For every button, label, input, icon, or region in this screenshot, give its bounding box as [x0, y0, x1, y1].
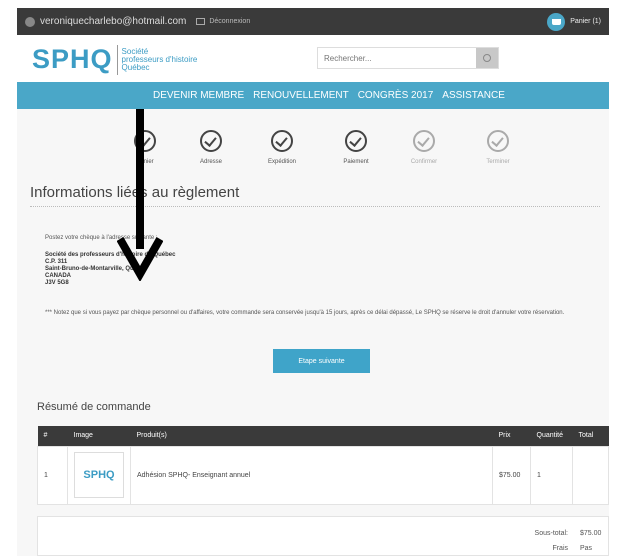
col-product: Produit(s) — [136, 432, 167, 440]
thumb-logo: SPHQ — [83, 469, 115, 481]
cart-link[interactable]: Panier (1) — [547, 12, 601, 31]
step-label: Paiement — [343, 159, 369, 165]
row-price: $75.00 — [492, 445, 531, 505]
fees-value: Pas — [580, 545, 593, 552]
search-box — [317, 47, 499, 69]
search-button[interactable] — [476, 48, 498, 68]
row-total — [572, 445, 609, 505]
logout-label: Déconnexion — [209, 18, 251, 25]
check-icon — [271, 130, 293, 152]
search-icon — [483, 54, 491, 62]
search-input[interactable] — [318, 48, 476, 68]
step-confirmer: Confirmer — [394, 130, 454, 165]
top-bar: veroniquecharlebo@hotmail.com Déconnexio… — [17, 8, 609, 35]
nav-devenir-membre[interactable]: DEVENIR MEMBRE — [153, 90, 244, 101]
col-number: # — [43, 432, 48, 440]
logout-icon — [196, 18, 206, 25]
col-image: Image — [73, 432, 93, 440]
col-quantity: Quantité — [536, 432, 563, 440]
subtotal-row: Sous-total: $75.00 — [518, 530, 610, 537]
arrow-annotation-icon — [117, 109, 163, 281]
check-icon — [487, 130, 509, 152]
site-header: SPHQ Société professeurs d'histoire Québ… — [17, 35, 609, 82]
user-icon — [25, 16, 35, 27]
row-product: Adhésion SPHQ- Enseignant annuel — [130, 445, 493, 505]
logo-divider — [116, 44, 118, 75]
step-paiement: Paiement — [326, 130, 386, 165]
summary-title: Résumé de commande — [37, 401, 151, 413]
basket-icon — [547, 12, 566, 31]
row-image: SPHQ — [67, 445, 131, 505]
checkout-steps: Panier Adresse Expédition Paiement Confi… — [17, 130, 609, 175]
table-header-row: # Image Produit(s) Prix Quantité Total — [37, 426, 609, 446]
user-email: veroniquecharlebo@hotmail.com — [40, 16, 187, 27]
divider — [30, 206, 600, 207]
step-label: Terminer — [486, 159, 510, 165]
col-total: Total — [578, 432, 594, 440]
next-step-button[interactable]: Etape suivante — [273, 349, 370, 373]
nav-assistance[interactable]: ASSISTANCE — [442, 90, 505, 101]
row-quantity: 1 — [530, 445, 573, 505]
site-logo[interactable]: SPHQ Société professeurs d'histoire Québ… — [32, 44, 197, 75]
subtotal-label: Sous-total: — [534, 530, 568, 537]
nav-congres-2017[interactable]: CONGRÈS 2017 — [358, 90, 434, 101]
table-row: 1 SPHQ Adhésion SPHQ- Enseignant annuel … — [37, 445, 609, 505]
main-content: Panier Adresse Expédition Paiement Confi… — [17, 109, 609, 556]
subtotal-value: $75.00 — [580, 530, 602, 537]
step-terminer: Terminer — [468, 130, 528, 165]
logo-subtitle: Société professeurs d'histoire Québec — [121, 47, 198, 72]
col-price: Prix — [498, 432, 511, 440]
address-line: J3V 5G8 — [45, 280, 69, 286]
nav-renouvellement[interactable]: RENOUVELLEMENT — [253, 90, 349, 101]
notice-text: *** Notez que si vous payez par chèque p… — [45, 310, 565, 316]
row-number: 1 — [37, 445, 68, 505]
logo-line-3: Québec — [121, 62, 150, 72]
check-icon — [345, 130, 367, 152]
main-nav: DEVENIR MEMBRE RENOUVELLEMENT CONGRÈS 20… — [17, 82, 609, 109]
check-icon — [200, 130, 222, 152]
step-expedition: Expédition — [252, 130, 312, 165]
fees-row: Frais Pas — [518, 545, 610, 552]
totals-box: Sous-total: $75.00 Frais Pas — [37, 516, 609, 556]
check-icon — [413, 130, 435, 152]
step-adresse: Adresse — [181, 130, 241, 165]
step-label: Confirmer — [410, 159, 438, 165]
fees-label: Frais — [552, 545, 568, 552]
order-summary-table: # Image Produit(s) Prix Quantité Total 1… — [37, 426, 609, 505]
logo-wordmark: SPHQ — [32, 44, 113, 74]
logout-link[interactable]: Déconnexion — [196, 18, 250, 25]
product-thumbnail[interactable]: SPHQ — [74, 452, 124, 498]
step-label: Adresse — [199, 159, 222, 165]
cart-label: Panier (1) — [570, 18, 601, 25]
step-label: Expédition — [267, 159, 297, 165]
